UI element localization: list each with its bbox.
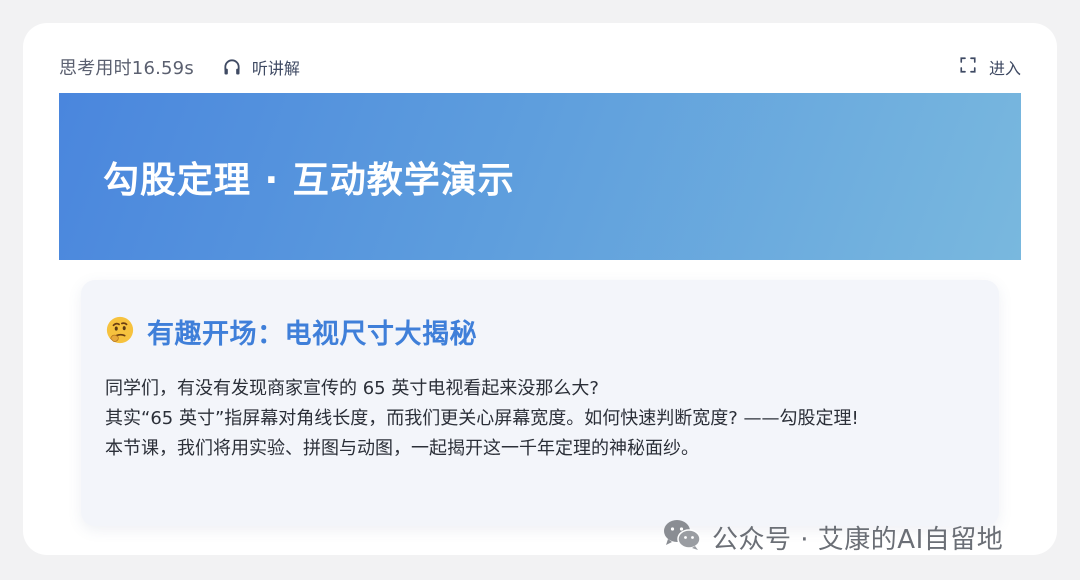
thinking-face-icon [105, 315, 135, 349]
headphones-icon [222, 57, 242, 77]
section-heading: 有趣开场：电视尺寸大揭秘 [105, 312, 477, 351]
paragraph-3: 本节课，我们将用实验、拼图与动图，一起揭开这一千年定理的神秘面纱。 [105, 438, 699, 459]
enter-fullscreen-button[interactable]: 进入 [959, 55, 1021, 79]
watermark: 公众号 · 艾康的AI自留地 [662, 518, 1003, 556]
enter-label: 进入 [988, 59, 1021, 78]
listen-explanation-button[interactable]: 听讲解 [222, 55, 300, 79]
lesson-banner: 勾股定理 · 互动教学演示 [59, 93, 1021, 260]
section-body: 同学们，有没有发现商家宣传的 65 英寸电视看起来没那么大? 其实“65 英寸”… [105, 374, 955, 464]
watermark-text: 公众号 · 艾康的AI自留地 [712, 524, 1004, 555]
answer-toolbar: 思考用时16.59s 听讲解 进入 [59, 51, 1021, 83]
lesson-title: 勾股定理 · 互动教学演示 [103, 159, 515, 201]
section-title: 有趣开场：电视尺寸大揭秘 [147, 319, 477, 350]
paragraph-1: 同学们，有没有发现商家宣传的 65 英寸电视看起来没那么大? [105, 378, 599, 399]
think-time-label: 思考用时16.59s [59, 58, 194, 79]
fullscreen-icon [959, 56, 977, 78]
answer-card: 思考用时16.59s 听讲解 进入 勾股定理 · 互动教学演示 有趣开场：电视尺… [23, 23, 1057, 555]
wechat-icon [662, 518, 702, 556]
paragraph-2: 其实“65 英寸”指屏幕对角线长度，而我们更关心屏幕宽度。如何快速判断宽度? —… [105, 408, 859, 429]
listen-explanation-label: 听讲解 [251, 59, 300, 78]
intro-section-card: 有趣开场：电视尺寸大揭秘 同学们，有没有发现商家宣传的 65 英寸电视看起来没那… [81, 280, 999, 526]
